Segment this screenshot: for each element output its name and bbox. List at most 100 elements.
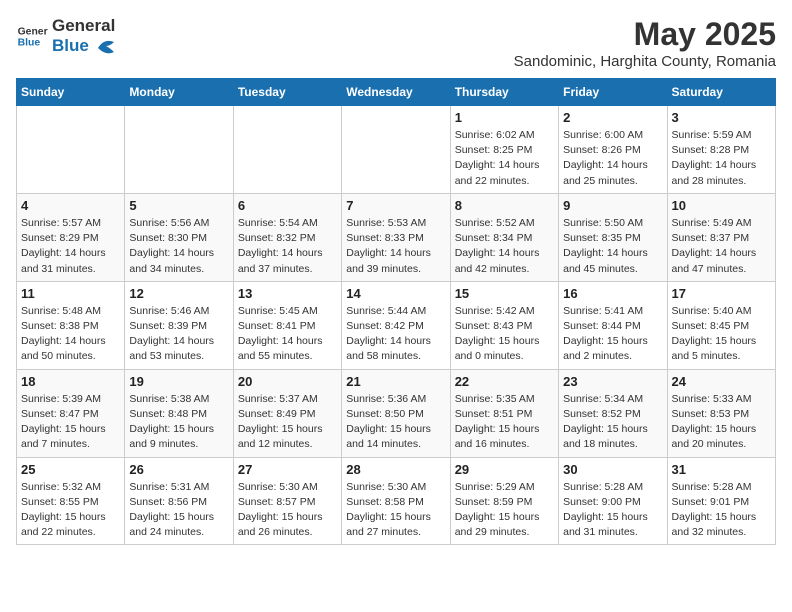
- day-cell: [233, 106, 341, 194]
- day-number: 1: [455, 110, 554, 125]
- day-info: Sunrise: 5:50 AM Sunset: 8:35 PM Dayligh…: [563, 216, 662, 277]
- day-cell: 21Sunrise: 5:36 AM Sunset: 8:50 PM Dayli…: [342, 369, 450, 457]
- day-number: 6: [238, 198, 337, 213]
- day-cell: [125, 106, 233, 194]
- day-cell: [342, 106, 450, 194]
- day-cell: 23Sunrise: 5:34 AM Sunset: 8:52 PM Dayli…: [559, 369, 667, 457]
- day-info: Sunrise: 5:28 AM Sunset: 9:01 PM Dayligh…: [672, 480, 771, 541]
- day-info: Sunrise: 5:53 AM Sunset: 8:33 PM Dayligh…: [346, 216, 445, 277]
- day-number: 8: [455, 198, 554, 213]
- logo: General Blue General Blue: [16, 16, 118, 56]
- page-header: General Blue General Blue May 2025 Sando…: [16, 16, 776, 70]
- day-info: Sunrise: 5:59 AM Sunset: 8:28 PM Dayligh…: [672, 128, 771, 189]
- day-info: Sunrise: 5:29 AM Sunset: 8:59 PM Dayligh…: [455, 480, 554, 541]
- day-number: 14: [346, 286, 445, 301]
- day-number: 20: [238, 374, 337, 389]
- column-header-tuesday: Tuesday: [233, 79, 341, 106]
- week-row-3: 11 Sunrise: 5:48 AM Sunset: 8:38 PM Dayli…: [17, 281, 776, 369]
- day-info: Sunrise: 5:35 AM Sunset: 8:51 PM Dayligh…: [455, 392, 554, 453]
- logo-blue: Blue: [52, 36, 89, 55]
- day-number: 15: [455, 286, 554, 301]
- day-cell: 31 Sunrise: 5:28 AM Sunset: 9:01 PM Dayli…: [667, 457, 775, 545]
- day-cell: [17, 106, 125, 194]
- week-row-5: 25 Sunrise: 5:32 AM Sunset: 8:55 PM Dayli…: [17, 457, 776, 545]
- day-cell: 20 Sunrise: 5:37 AM Sunset: 8:49 PM Dayli…: [233, 369, 341, 457]
- day-info: Sunrise: 5:49 AM Sunset: 8:37 PM Dayligh…: [672, 216, 771, 277]
- day-info: Sunrise: 5:28 AM Sunset: 9:00 PM Dayligh…: [563, 480, 662, 541]
- day-number: 26: [129, 462, 228, 477]
- day-number: 4: [21, 198, 120, 213]
- day-number: 11: [21, 286, 120, 301]
- main-title: May 2025: [514, 16, 776, 53]
- day-cell: 3 Sunrise: 5:59 AM Sunset: 8:28 PM Daylig…: [667, 106, 775, 194]
- day-number: 7: [346, 198, 445, 213]
- column-header-saturday: Saturday: [667, 79, 775, 106]
- day-info: Sunrise: 5:40 AM Sunset: 8:45 PM Dayligh…: [672, 304, 771, 365]
- day-info: Sunrise: 5:31 AM Sunset: 8:56 PM Dayligh…: [129, 480, 228, 541]
- week-row-1: 1 Sunrise: 6:02 AM Sunset: 8:25 PM Daylig…: [17, 106, 776, 194]
- week-row-2: 4Sunrise: 5:57 AM Sunset: 8:29 PM Daylig…: [17, 193, 776, 281]
- day-cell: 1 Sunrise: 6:02 AM Sunset: 8:25 PM Daylig…: [450, 106, 558, 194]
- logo-general: General: [52, 16, 115, 36]
- day-cell: 17 Sunrise: 5:40 AM Sunset: 8:45 PM Dayli…: [667, 281, 775, 369]
- day-info: Sunrise: 5:32 AM Sunset: 8:55 PM Dayligh…: [21, 480, 120, 541]
- day-info: Sunrise: 5:54 AM Sunset: 8:32 PM Dayligh…: [238, 216, 337, 277]
- day-info: Sunrise: 5:37 AM Sunset: 8:49 PM Dayligh…: [238, 392, 337, 453]
- calendar-header: SundayMondayTuesdayWednesdayThursdayFrid…: [17, 79, 776, 106]
- day-cell: 22 Sunrise: 5:35 AM Sunset: 8:51 PM Dayli…: [450, 369, 558, 457]
- day-number: 19: [129, 374, 228, 389]
- day-number: 16: [563, 286, 662, 301]
- day-number: 31: [672, 462, 771, 477]
- day-cell: 13Sunrise: 5:45 AM Sunset: 8:41 PM Dayli…: [233, 281, 341, 369]
- title-block: May 2025 Sandominic, Harghita County, Ro…: [514, 16, 776, 70]
- day-info: Sunrise: 5:42 AM Sunset: 8:43 PM Dayligh…: [455, 304, 554, 365]
- day-number: 25: [21, 462, 120, 477]
- day-number: 3: [672, 110, 771, 125]
- logo-icon: General Blue: [16, 20, 48, 52]
- day-info: Sunrise: 5:30 AM Sunset: 8:58 PM Dayligh…: [346, 480, 445, 541]
- column-header-thursday: Thursday: [450, 79, 558, 106]
- column-header-wednesday: Wednesday: [342, 79, 450, 106]
- day-cell: 27Sunrise: 5:30 AM Sunset: 8:57 PM Dayli…: [233, 457, 341, 545]
- column-header-friday: Friday: [559, 79, 667, 106]
- day-number: 10: [672, 198, 771, 213]
- day-cell: 4Sunrise: 5:57 AM Sunset: 8:29 PM Daylig…: [17, 193, 125, 281]
- day-cell: 15 Sunrise: 5:42 AM Sunset: 8:43 PM Dayli…: [450, 281, 558, 369]
- day-cell: 6 Sunrise: 5:54 AM Sunset: 8:32 PM Daylig…: [233, 193, 341, 281]
- day-number: 24: [672, 374, 771, 389]
- day-info: Sunrise: 5:48 AM Sunset: 8:38 PM Dayligh…: [21, 304, 120, 365]
- day-cell: 9 Sunrise: 5:50 AM Sunset: 8:35 PM Daylig…: [559, 193, 667, 281]
- calendar-table: SundayMondayTuesdayWednesdayThursdayFrid…: [16, 78, 776, 545]
- svg-text:General: General: [18, 26, 48, 37]
- svg-text:Blue: Blue: [18, 38, 41, 49]
- day-info: Sunrise: 6:02 AM Sunset: 8:25 PM Dayligh…: [455, 128, 554, 189]
- day-cell: 16Sunrise: 5:41 AM Sunset: 8:44 PM Dayli…: [559, 281, 667, 369]
- day-cell: 2Sunrise: 6:00 AM Sunset: 8:26 PM Daylig…: [559, 106, 667, 194]
- day-number: 22: [455, 374, 554, 389]
- day-number: 13: [238, 286, 337, 301]
- day-info: Sunrise: 5:33 AM Sunset: 8:53 PM Dayligh…: [672, 392, 771, 453]
- day-info: Sunrise: 5:46 AM Sunset: 8:39 PM Dayligh…: [129, 304, 228, 365]
- day-info: Sunrise: 5:36 AM Sunset: 8:50 PM Dayligh…: [346, 392, 445, 453]
- day-number: 5: [129, 198, 228, 213]
- day-number: 9: [563, 198, 662, 213]
- day-cell: 12Sunrise: 5:46 AM Sunset: 8:39 PM Dayli…: [125, 281, 233, 369]
- day-number: 18: [21, 374, 120, 389]
- day-number: 17: [672, 286, 771, 301]
- day-info: Sunrise: 5:56 AM Sunset: 8:30 PM Dayligh…: [129, 216, 228, 277]
- logo-bird-icon: [96, 38, 118, 56]
- day-cell: 10 Sunrise: 5:49 AM Sunset: 8:37 PM Dayli…: [667, 193, 775, 281]
- day-cell: 8 Sunrise: 5:52 AM Sunset: 8:34 PM Daylig…: [450, 193, 558, 281]
- day-info: Sunrise: 5:30 AM Sunset: 8:57 PM Dayligh…: [238, 480, 337, 541]
- day-cell: 5 Sunrise: 5:56 AM Sunset: 8:30 PM Daylig…: [125, 193, 233, 281]
- column-header-monday: Monday: [125, 79, 233, 106]
- day-cell: 26 Sunrise: 5:31 AM Sunset: 8:56 PM Dayli…: [125, 457, 233, 545]
- day-cell: 29Sunrise: 5:29 AM Sunset: 8:59 PM Dayli…: [450, 457, 558, 545]
- day-cell: 19Sunrise: 5:38 AM Sunset: 8:48 PM Dayli…: [125, 369, 233, 457]
- day-info: Sunrise: 5:52 AM Sunset: 8:34 PM Dayligh…: [455, 216, 554, 277]
- calendar-body: 1 Sunrise: 6:02 AM Sunset: 8:25 PM Daylig…: [17, 106, 776, 545]
- day-info: Sunrise: 5:39 AM Sunset: 8:47 PM Dayligh…: [21, 392, 120, 453]
- day-info: Sunrise: 5:44 AM Sunset: 8:42 PM Dayligh…: [346, 304, 445, 365]
- day-info: Sunrise: 6:00 AM Sunset: 8:26 PM Dayligh…: [563, 128, 662, 189]
- day-cell: 14 Sunrise: 5:44 AM Sunset: 8:42 PM Dayli…: [342, 281, 450, 369]
